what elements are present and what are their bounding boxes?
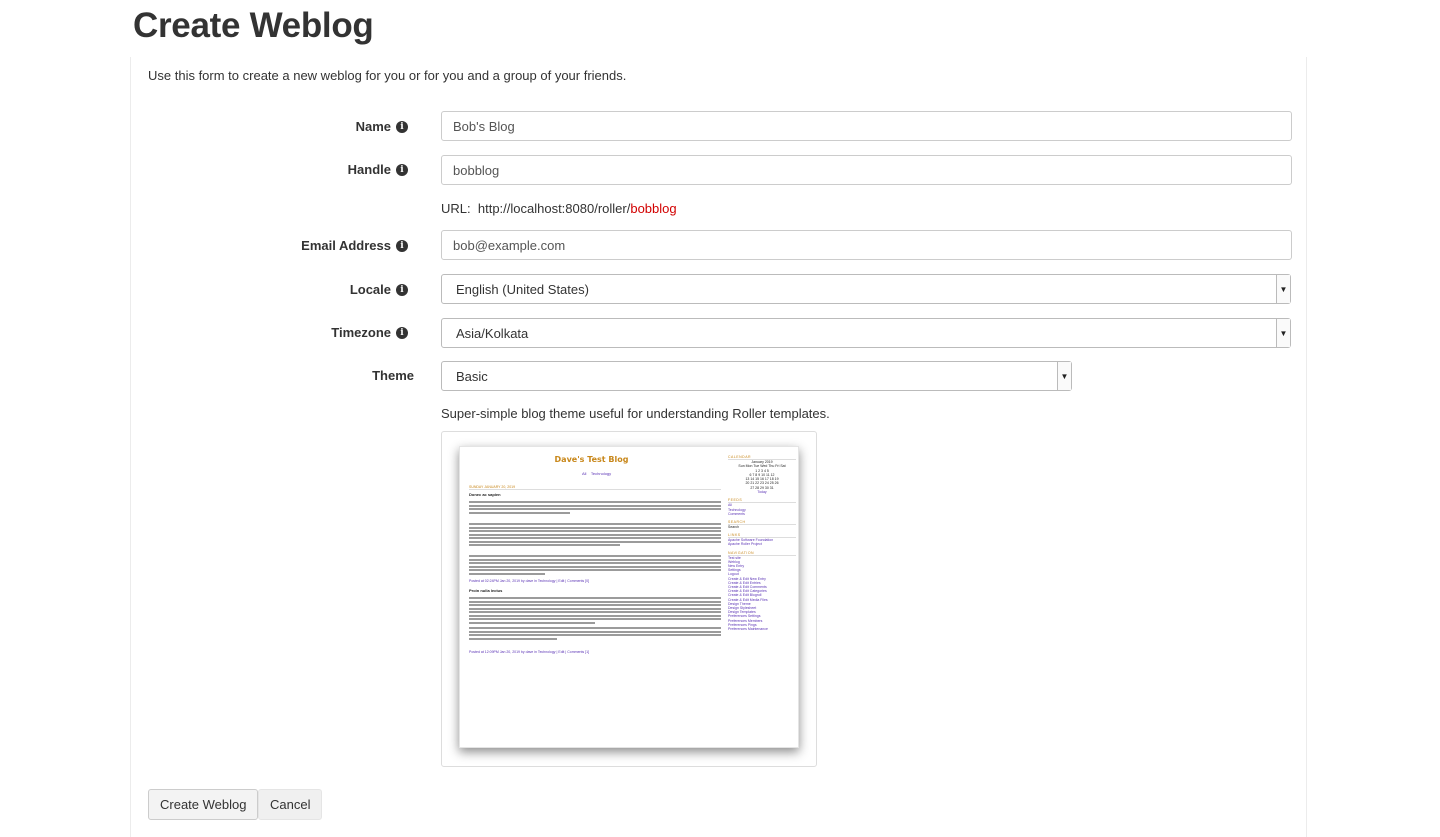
- name-input[interactable]: [441, 111, 1292, 141]
- preview-nav-item: All: [582, 471, 587, 476]
- locale-label: Locale i: [350, 282, 408, 297]
- locale-selected-value: English (United States): [456, 281, 589, 297]
- info-icon[interactable]: i: [396, 120, 408, 133]
- timezone-label-text: Timezone: [331, 325, 391, 340]
- preview-post-body: [469, 597, 721, 625]
- preview-blog-title: Dave's Test Blog: [554, 455, 629, 464]
- preview-sidebar-link: Apache Roller Project: [728, 542, 762, 547]
- url-handle: bobblog: [630, 201, 677, 216]
- page-title: Create Weblog: [133, 6, 374, 45]
- theme-label: Theme: [372, 368, 414, 383]
- url-base: http://localhost:8080/roller/: [477, 201, 631, 216]
- preview-post-body: [469, 555, 721, 576]
- caret-down-icon[interactable]: ▼: [1276, 319, 1290, 347]
- locale-select[interactable]: English (United States) ▼: [441, 274, 1291, 304]
- theme-preview: Dave's Test Blog All Technology SUNDAY J…: [441, 431, 817, 767]
- theme-label-text: Theme: [372, 368, 414, 383]
- preview-search-button: Search: [728, 524, 740, 529]
- timezone-selected-value: Asia/Kolkata: [456, 325, 529, 341]
- handle-input[interactable]: [441, 155, 1292, 185]
- handle-label: Handle i: [348, 162, 408, 177]
- timezone-label: Timezone i: [331, 325, 408, 340]
- preview-post-body: [469, 627, 721, 641]
- preview-navigation-list: Test site Weblog New Entry Settings Logout Cr…: [728, 556, 796, 632]
- theme-select[interactable]: Basic ▼: [441, 361, 1072, 391]
- preview-post-meta: Posted at 12:09PM Jan 20, 2019 by dave i…: [469, 650, 590, 654]
- preview-nav: All Technology: [582, 471, 611, 476]
- locale-label-text: Locale: [349, 282, 391, 297]
- theme-preview-image: Dave's Test Blog All Technology SUNDAY J…: [459, 446, 799, 748]
- preview-post-body: [469, 501, 721, 515]
- url-prefix: URL:: [441, 201, 471, 216]
- theme-description: Super-simple blog theme useful for under…: [441, 406, 830, 421]
- preview-sidebar-link: Comments: [728, 511, 745, 516]
- timezone-select[interactable]: Asia/Kolkata ▼: [441, 318, 1291, 348]
- intro-text: Use this form to create a new weblog for…: [148, 68, 627, 83]
- cancel-button[interactable]: Cancel: [258, 789, 323, 820]
- email-label: Email Address i: [301, 238, 408, 253]
- preview-calendar-days: Sun Mon Tue Wed Thu Fri Sat: [738, 464, 786, 469]
- caret-down-icon[interactable]: ▼: [1057, 362, 1071, 390]
- preview-post-body: [469, 523, 721, 548]
- preview-nav-item: Technology: [590, 471, 612, 476]
- info-icon[interactable]: i: [396, 163, 408, 176]
- preview-calendar-today: Today: [757, 490, 767, 495]
- name-label-text: Name: [355, 119, 391, 134]
- info-icon[interactable]: i: [396, 239, 408, 252]
- create-weblog-button[interactable]: Create Weblog: [148, 789, 259, 820]
- preview-post-title: Donec ac sapien: [469, 492, 501, 497]
- url-preview: URL: http://localhost:8080/roller/bobblo…: [441, 201, 677, 216]
- preview-divider: [469, 489, 721, 490]
- preview-sidebar-link: Preferences Maintenance: [728, 627, 768, 632]
- preview-post-meta: Posted at 02:24PM Jan 20, 2019 by dave i…: [469, 579, 590, 583]
- preview-post-title: Proin nulla lectus: [469, 588, 503, 593]
- email-input[interactable]: [441, 230, 1292, 260]
- info-icon[interactable]: i: [396, 326, 408, 339]
- theme-selected-value: Basic: [456, 368, 488, 384]
- preview-sidebar: CALENDAR January 2019 Sun Mon Tue Wed Th…: [728, 451, 796, 631]
- caret-down-icon[interactable]: ▼: [1276, 275, 1290, 303]
- name-label: Name i: [356, 119, 408, 134]
- info-icon[interactable]: i: [396, 283, 408, 296]
- email-label-text: Email Address: [301, 238, 391, 253]
- handle-label-text: Handle: [347, 162, 391, 177]
